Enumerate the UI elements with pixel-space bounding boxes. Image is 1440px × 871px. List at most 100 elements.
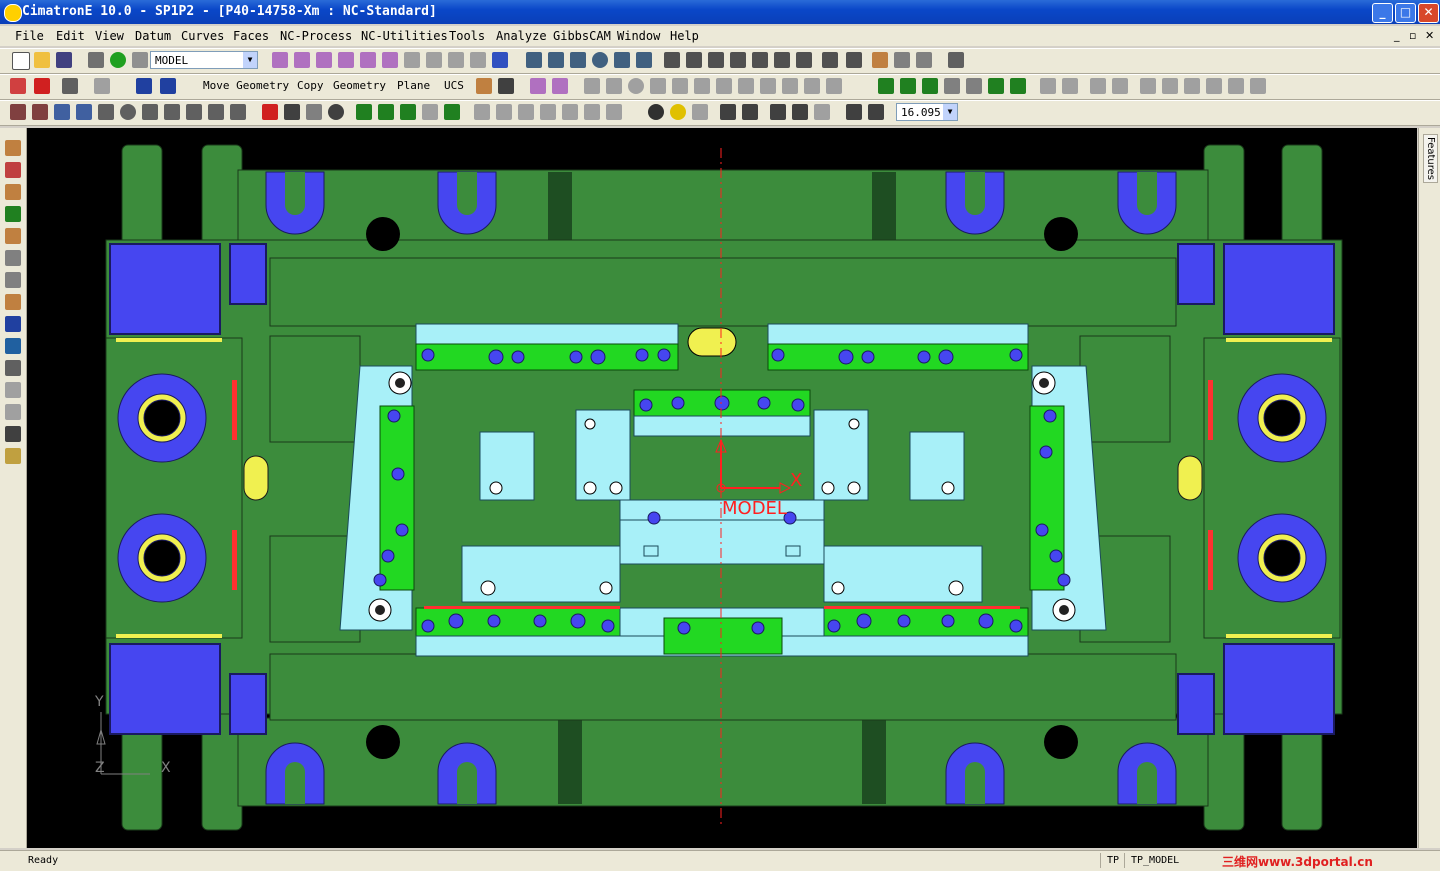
feature-icon-15[interactable] xyxy=(5,448,21,464)
geometry-button[interactable]: Geometry xyxy=(333,79,386,92)
pick-icon[interactable] xyxy=(10,78,26,94)
circle-icon[interactable] xyxy=(628,78,644,94)
display-icon-9[interactable] xyxy=(186,104,202,120)
curve-tool-icon-3[interactable] xyxy=(400,104,416,120)
face-tool-icon-7[interactable] xyxy=(606,104,622,120)
arrow-left-icon[interactable] xyxy=(720,104,736,120)
zoom-icon[interactable] xyxy=(592,52,608,68)
filter-icon-4[interactable] xyxy=(338,52,354,68)
zoom-dynamic-icon[interactable] xyxy=(570,52,586,68)
view-iso-icon[interactable] xyxy=(664,52,680,68)
line-tool-icon[interactable] xyxy=(284,104,300,120)
face-tool-icon-3[interactable] xyxy=(518,104,534,120)
filter-icon-10[interactable] xyxy=(470,52,486,68)
menu-faces[interactable]: Faces xyxy=(233,29,269,43)
text-curve-icon[interactable] xyxy=(826,78,842,94)
display-icon-4[interactable] xyxy=(76,104,92,120)
measure-icon-3[interactable] xyxy=(814,104,830,120)
point-icon[interactable] xyxy=(262,104,278,120)
filter-icon-5[interactable] xyxy=(360,52,376,68)
view-top-icon[interactable] xyxy=(686,52,702,68)
zoom-value-combo[interactable]: 16.095 ▼ xyxy=(896,103,958,121)
feature-icon-10[interactable] xyxy=(5,338,21,354)
measure-icon-1[interactable] xyxy=(770,104,786,120)
feature-icon-4[interactable] xyxy=(5,206,21,222)
curve-tool-icon-2[interactable] xyxy=(378,104,394,120)
surface-icon-1[interactable] xyxy=(878,78,894,94)
maximize-button[interactable]: □ xyxy=(1395,3,1416,23)
green-shape-icon[interactable] xyxy=(110,52,126,68)
measure-icon-5[interactable] xyxy=(868,104,884,120)
feature-icon-13[interactable] xyxy=(5,404,21,420)
light-icon[interactable] xyxy=(692,104,708,120)
menu-analyze[interactable]: Analyze xyxy=(496,29,547,43)
surface-icon-4[interactable] xyxy=(944,78,960,94)
solid-icon-5[interactable] xyxy=(1140,78,1156,94)
menu-datum[interactable]: Datum xyxy=(135,29,171,43)
chevron-down-icon[interactable]: ▼ xyxy=(243,52,257,68)
curve-tool-icon-1[interactable] xyxy=(356,104,372,120)
select-icon[interactable] xyxy=(62,78,78,94)
face-tool-icon-5[interactable] xyxy=(562,104,578,120)
surface-icon-6[interactable] xyxy=(988,78,1004,94)
feature-icon-6[interactable] xyxy=(5,250,21,266)
solid-icon-4[interactable] xyxy=(1112,78,1128,94)
view-left-icon[interactable] xyxy=(752,52,768,68)
feature-icon-11[interactable] xyxy=(5,360,21,376)
app-icon[interactable] xyxy=(4,4,22,22)
open-folder-icon[interactable] xyxy=(34,52,50,68)
solid-icon-2[interactable] xyxy=(1062,78,1078,94)
view-bottom-icon[interactable] xyxy=(774,52,790,68)
feature-icon-1[interactable] xyxy=(5,140,21,156)
minimize-button[interactable]: _ xyxy=(1372,3,1393,23)
filter-icon-6[interactable] xyxy=(382,52,398,68)
curve-tool-icon-4[interactable] xyxy=(422,104,438,120)
view-back-icon[interactable] xyxy=(796,52,812,68)
view-right-icon[interactable] xyxy=(730,52,746,68)
display-icon-6[interactable] xyxy=(120,104,136,120)
shading-icon[interactable] xyxy=(872,52,888,68)
surface-icon-5[interactable] xyxy=(966,78,982,94)
display-icon-11[interactable] xyxy=(230,104,246,120)
solid-icon-6[interactable] xyxy=(1162,78,1178,94)
nc-icon-1[interactable] xyxy=(530,78,546,94)
zoom-window-icon[interactable] xyxy=(548,52,564,68)
feature-icon-14[interactable] xyxy=(5,426,21,442)
chamfer-icon[interactable] xyxy=(760,78,776,94)
rotate-icon[interactable] xyxy=(636,52,652,68)
face-tool-icon-4[interactable] xyxy=(540,104,556,120)
arc-tool-icon[interactable] xyxy=(306,104,322,120)
arrow-right-icon[interactable] xyxy=(742,104,758,120)
ucs-button[interactable]: UCS xyxy=(444,79,464,92)
close-button[interactable]: ✕ xyxy=(1418,3,1439,23)
doc-minimize-button[interactable]: _ xyxy=(1394,29,1400,42)
circle-tool-icon[interactable] xyxy=(328,104,344,120)
copy-button[interactable]: Copy xyxy=(297,79,324,92)
model-select-icon[interactable] xyxy=(132,52,148,68)
feature-icon-7[interactable] xyxy=(5,272,21,288)
trim-icon[interactable] xyxy=(694,78,710,94)
zoom-all-icon[interactable] xyxy=(526,52,542,68)
curve-tool-icon-5[interactable] xyxy=(444,104,460,120)
line-icon[interactable] xyxy=(584,78,600,94)
filter-icon-2[interactable] xyxy=(294,52,310,68)
pan-icon[interactable] xyxy=(614,52,630,68)
feature-icon-12[interactable] xyxy=(5,382,21,398)
doc-restore-button[interactable]: ▫ xyxy=(1409,29,1416,42)
display-icon-7[interactable] xyxy=(142,104,158,120)
render-mode-icon[interactable] xyxy=(948,52,964,68)
filter-icon-9[interactable] xyxy=(448,52,464,68)
menu-tools[interactable]: Tools xyxy=(449,29,485,43)
model-combo[interactable]: MODEL ▼ xyxy=(150,51,258,69)
view-front-icon[interactable] xyxy=(708,52,724,68)
menu-file[interactable]: File xyxy=(15,29,44,43)
solid-icon-8[interactable] xyxy=(1206,78,1222,94)
lightbulb-icon[interactable] xyxy=(648,104,664,120)
wireframe-icon[interactable] xyxy=(894,52,910,68)
menu-window[interactable]: Window xyxy=(617,29,660,43)
plane-tool-icon[interactable] xyxy=(160,78,176,94)
hidden-line-icon[interactable] xyxy=(916,52,932,68)
solid-icon-1[interactable] xyxy=(1040,78,1056,94)
filter-icon-7[interactable] xyxy=(404,52,420,68)
surface-icon-7[interactable] xyxy=(1010,78,1026,94)
